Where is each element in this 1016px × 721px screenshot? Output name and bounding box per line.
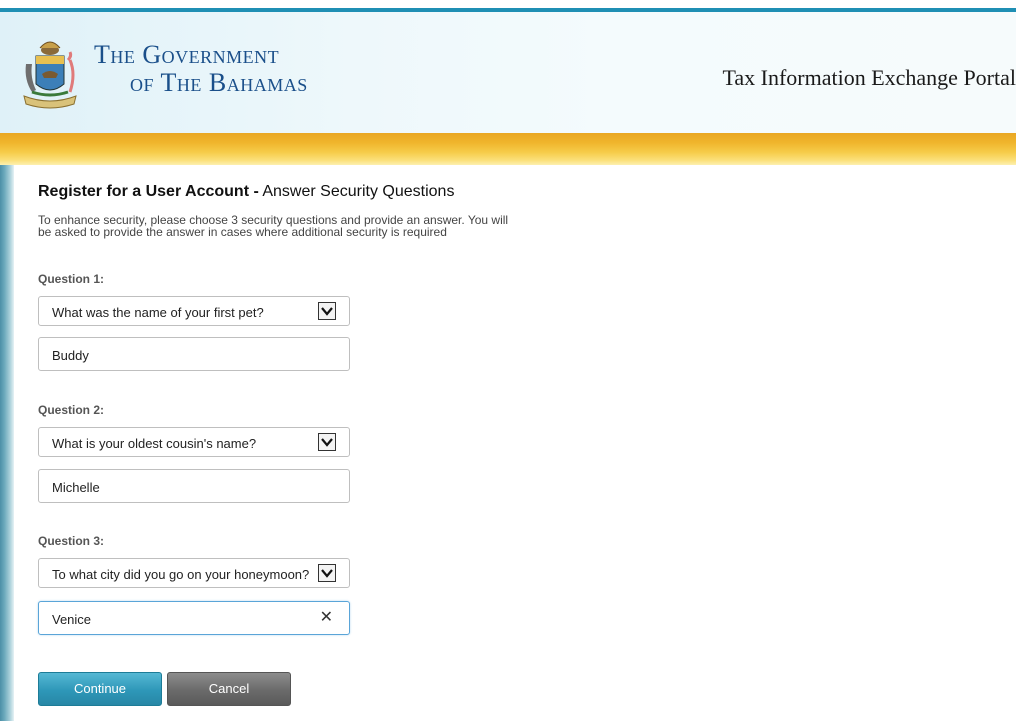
chevron-down-icon[interactable] [318,302,336,320]
government-title: The Government of The Bahamas [94,42,308,96]
question-3-answer-input[interactable]: Venice ✕ [38,601,350,635]
page-title-rest: Answer Security Questions [258,183,455,200]
question-3-label: Question 3: [38,534,105,548]
chevron-down-icon[interactable] [318,433,336,451]
page-title-bold: Register for a User Account - [38,183,259,200]
intro-text: To enhance security, please choose 3 sec… [38,214,598,238]
question-3-select[interactable]: To what city did you go on your honeymoo… [38,558,350,588]
government-title-line2: of The Bahamas [130,68,308,97]
question-3-selected: To what city did you go on your honeymoo… [52,567,310,582]
header-gold-band [0,133,1016,165]
question-1-selected: What was the name of your first pet? [52,305,264,320]
question-1-label: Question 1: [38,272,105,286]
question-1-answer-input[interactable]: Buddy [38,337,350,371]
continue-button[interactable]: Continue [38,672,162,706]
left-gradient-edge [0,165,14,721]
cancel-button[interactable]: Cancel [167,672,291,706]
portal-title: Tax Information Exchange Portal [722,65,1016,90]
chevron-down-icon[interactable] [318,564,336,582]
page-title: Register for a User Account - Answer Sec… [38,183,454,201]
clear-icon[interactable]: ✕ [320,610,333,626]
question-3-answer-value: Venice [52,612,92,627]
question-1-answer-value: Buddy [52,348,89,363]
government-title-line1: The Government [94,40,280,69]
question-2-answer-value: Michelle [52,480,100,495]
intro-line2: be asked to provide the answer in cases … [38,225,447,239]
coat-of-arms-icon [23,41,77,109]
question-2-selected: What is your oldest cousin's name? [52,436,257,451]
question-2-select[interactable]: What is your oldest cousin's name? [38,427,350,457]
question-1-select[interactable]: What was the name of your first pet? [38,296,350,326]
question-2-answer-input[interactable]: Michelle [38,469,350,503]
question-2-label: Question 2: [38,403,105,417]
site-header: The Government of The Bahamas Tax Inform… [0,12,1016,133]
